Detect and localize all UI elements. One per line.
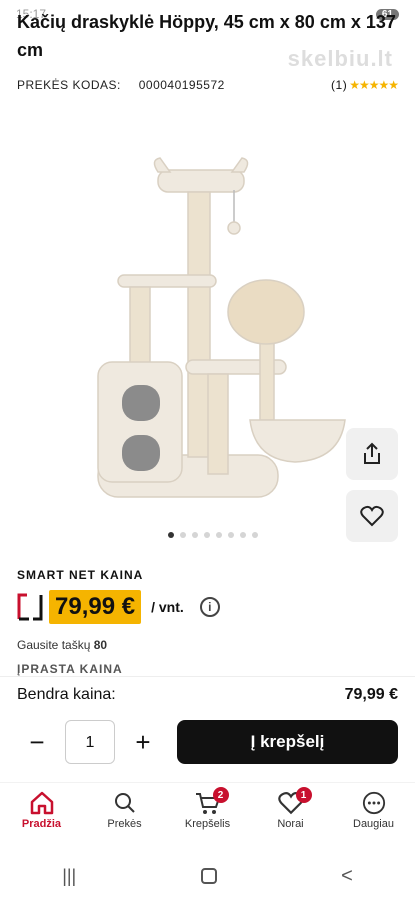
- product-code-row: PREKĖS KODAS: 000040195572 (1) ★★★★★: [17, 78, 399, 92]
- star-rating-icon: ★★★★★: [349, 78, 399, 92]
- watermark: skelbiu.lt: [287, 46, 393, 71]
- carousel-dot[interactable]: [192, 532, 198, 538]
- nav-products-label: Prekės: [107, 818, 142, 830]
- wishlist-button[interactable]: [346, 490, 398, 542]
- nav-wishlist[interactable]: 1 Norai: [256, 783, 326, 830]
- carousel-dot[interactable]: [228, 532, 234, 538]
- product-code-label: PREKĖS KODAS:: [17, 78, 121, 92]
- more-icon: [362, 791, 385, 815]
- total-bar: Bendra kaina: 79,99 €: [0, 676, 415, 712]
- total-value: 79,99 €: [344, 685, 398, 703]
- points-value: 80: [93, 638, 108, 652]
- wishlist-badge: 1: [295, 787, 312, 803]
- nav-home[interactable]: Pradžia: [7, 783, 77, 830]
- carousel-dot[interactable]: [204, 532, 210, 538]
- carousel-dot[interactable]: [168, 532, 174, 538]
- home-system-icon[interactable]: [200, 868, 217, 884]
- quantity-input[interactable]: 1: [65, 720, 115, 764]
- recent-apps-icon[interactable]: |||: [62, 866, 76, 887]
- nav-home-label: Pradžia: [21, 818, 62, 830]
- info-icon[interactable]: i: [199, 597, 220, 617]
- product-code: PREKĖS KODAS: 000040195572: [17, 78, 225, 92]
- nav-more[interactable]: Daugiau: [339, 783, 409, 830]
- carousel-dot[interactable]: [240, 532, 246, 538]
- quantity-row: − 1 + Į krepšelį: [17, 720, 398, 764]
- rating-count: (1): [331, 78, 348, 92]
- back-icon[interactable]: <: [341, 865, 353, 888]
- smart-bracket-icon: [17, 593, 43, 621]
- price-row: 79,99 € / vnt. i: [17, 590, 220, 624]
- nav-products[interactable]: Prekės: [90, 783, 160, 830]
- system-nav-bar: ||| <: [0, 858, 415, 894]
- nav-wishlist-label: Norai: [277, 818, 304, 830]
- product-image[interactable]: [90, 150, 350, 510]
- nav-cart[interactable]: 2 Krepšelis: [173, 783, 243, 830]
- carousel-dot[interactable]: [216, 532, 222, 538]
- points-label: Gausite taškų: [17, 638, 91, 652]
- share-button[interactable]: [346, 428, 398, 480]
- add-to-cart-button[interactable]: Į krepšelį: [177, 720, 398, 764]
- product-page: 15:17 61 Kačių draskyklė Höppy, 45 cm x …: [0, 0, 415, 900]
- search-icon: [114, 793, 135, 813]
- image-carousel-dots[interactable]: [168, 532, 258, 538]
- heart-outline-icon: [360, 505, 384, 527]
- loyalty-points: Gausite taškų 80: [17, 638, 107, 652]
- cart-badge: 2: [212, 787, 229, 803]
- smart-price-label: SMART NET KAINA: [17, 568, 144, 582]
- nav-cart-label: Krepšelis: [184, 818, 231, 830]
- decrement-button[interactable]: −: [17, 722, 57, 762]
- carousel-dot[interactable]: [180, 532, 186, 538]
- total-label: Bendra kaina:: [17, 685, 116, 703]
- product-code-value: 000040195572: [138, 78, 225, 92]
- share-icon: [364, 442, 380, 464]
- carousel-dot[interactable]: [252, 532, 258, 538]
- price-unit: / vnt.: [151, 599, 184, 615]
- home-icon: [30, 791, 53, 815]
- nav-more-label: Daugiau: [353, 818, 394, 830]
- increment-button[interactable]: +: [123, 722, 163, 762]
- smart-price: 79,99 €: [49, 590, 142, 624]
- regular-price-label: ĮPRASTA KAINA: [17, 662, 123, 676]
- bottom-nav: Pradžia Prekės 2 Krepšelis 1 Norai Daugi…: [0, 782, 415, 840]
- rating[interactable]: (1) ★★★★★: [331, 78, 399, 92]
